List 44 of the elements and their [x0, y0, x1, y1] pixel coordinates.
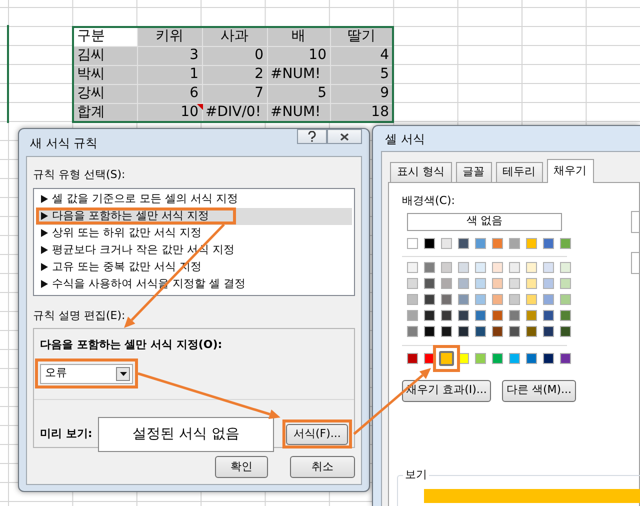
table-cell: 딸기: [330, 27, 393, 46]
tab[interactable]: 채우기: [546, 159, 594, 183]
tab[interactable]: 글꼴: [456, 162, 492, 182]
no-color-button[interactable]: 색 없음: [407, 212, 562, 230]
table-cell: #NUM!: [270, 104, 321, 120]
table-cell: 0: [254, 47, 264, 63]
table-cell: 구분: [73, 27, 137, 46]
condition-dropdown[interactable]: 오류: [40, 364, 133, 384]
table-cell: 10: [180, 104, 198, 120]
preview-box: 설정된 서식 없음: [98, 416, 274, 452]
cancel-button[interactable]: 취소: [290, 456, 355, 478]
field-label: 배경색(C):: [402, 193, 456, 209]
tab[interactable]: 표시 형식: [390, 162, 452, 182]
section-label: 규칙 유형 선택(S):: [33, 167, 126, 183]
format-button[interactable]: 서식(F)...: [286, 424, 348, 444]
table-cell: 사과: [202, 27, 267, 46]
table-cell: #DIV/0!: [206, 104, 261, 120]
table-cell: 5: [380, 66, 389, 82]
table-cell: 5: [318, 85, 326, 101]
section-label: 규칙 설명 편집(E):: [33, 308, 126, 324]
more-colors-button[interactable]: 다른 색(M)...: [502, 380, 576, 402]
table-cell: 4: [380, 47, 389, 63]
dialog-title: 셀 서식: [384, 130, 425, 148]
list-item[interactable]: 셀 값을 기준으로 모든 셀의 서식 지정: [36, 190, 352, 208]
table-cell: 10: [308, 47, 326, 63]
condition-label: 다음을 포함하는 셀만 서식 지정(O):: [40, 337, 224, 353]
table-cell: 박씨: [73, 65, 137, 84]
table-cell: 강씨: [73, 84, 137, 103]
table-cell: 9: [380, 85, 389, 101]
list-item[interactable]: 상위 또는 하위 값만 서식 지정: [36, 224, 352, 242]
preview-label: 미리 보기:: [40, 426, 94, 442]
table-cell: 배: [267, 27, 330, 46]
table-cell: #NUM!: [270, 66, 321, 82]
table-cell: 키위: [137, 27, 202, 46]
table-cell: 6: [190, 85, 198, 101]
table-cell: 3: [190, 47, 198, 63]
table-cell: 1: [190, 66, 198, 82]
table-cell: 7: [254, 85, 264, 101]
table-cell: 김씨: [73, 46, 137, 65]
table-cell: 2: [254, 66, 264, 82]
dialog-title: 새 서식 규칙: [29, 134, 98, 152]
tab[interactable]: 테두리: [496, 162, 542, 182]
table-cell: 18: [371, 104, 389, 120]
ok-button[interactable]: 확인: [215, 456, 268, 478]
